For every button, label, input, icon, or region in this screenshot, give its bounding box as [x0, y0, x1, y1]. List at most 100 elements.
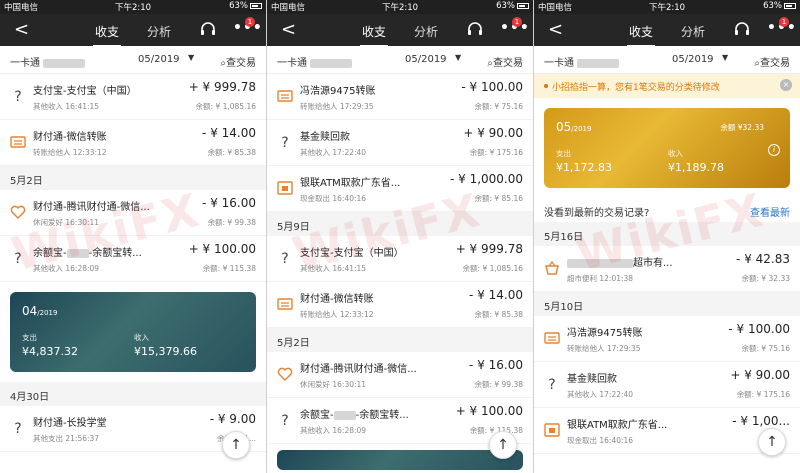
- card-balance: 余额 ¥32.33: [720, 123, 764, 132]
- transaction-subtitle: 转账给他人 17:29:35: [300, 102, 374, 111]
- transaction-subtitle: 转账给他人 17:29:35: [567, 344, 641, 353]
- scroll-top-button[interactable]: ↑: [222, 431, 250, 459]
- search-transactions-link[interactable]: ⌕查交易: [487, 54, 523, 69]
- transaction-row[interactable]: ? 基金赎回款 其他收入 17:22:40 + ¥ 90.00 余额: ¥ 17…: [534, 362, 800, 408]
- tab-income-expense[interactable]: 收支: [626, 23, 656, 47]
- date-header: 5月2日: [267, 328, 533, 352]
- masked-card-number: [577, 58, 620, 68]
- tab-income-expense[interactable]: 收支: [359, 23, 389, 47]
- month-year: /2019: [571, 125, 592, 133]
- transaction-row[interactable]: 财付通-微信转账 转账给他人 12:33:12 - ¥ 14.00 余额: ¥ …: [267, 282, 533, 328]
- close-icon[interactable]: ×: [780, 79, 792, 91]
- transaction-row[interactable]: 冯浩源9475转账 转账给他人 17:29:35 - ¥ 100.00 余额: …: [267, 74, 533, 120]
- transaction-amount: + ¥ 100.00: [188, 242, 256, 256]
- search-transactions-link[interactable]: ⌕查交易: [754, 54, 790, 69]
- svg-text:?: ?: [548, 377, 555, 392]
- search-transactions-label: 查交易: [226, 58, 256, 69]
- caret-down-icon[interactable]: ▼: [188, 53, 194, 62]
- title-part: 超市有...: [633, 258, 673, 269]
- transaction-row[interactable]: 财付通-微信转账 转账给他人 12:33:12 - ¥ 14.00 余额: ¥ …: [0, 120, 266, 166]
- battery-indicator: 63%: [763, 1, 796, 11]
- back-icon[interactable]: <: [548, 19, 563, 40]
- transaction-row[interactable]: 冯浩源9475转账 转账给他人 17:29:35 - ¥ 100.00 余额: …: [534, 316, 800, 362]
- month-selector[interactable]: 05/2019: [405, 54, 447, 65]
- month-selector[interactable]: 05/2019: [672, 54, 714, 65]
- caret-down-icon[interactable]: ▼: [722, 53, 728, 62]
- headset-icon[interactable]: [734, 22, 750, 36]
- transaction-subtitle: 现金取出 16:40:16: [567, 436, 634, 445]
- transaction-balance: 余额: ¥ 75.16: [474, 102, 523, 111]
- transaction-row[interactable]: 财付通-腾讯财付通-微信... 休闲爱好 16:30:11 - ¥ 16.00 …: [267, 352, 533, 398]
- date-header: 5月16日: [534, 222, 800, 246]
- headset-icon[interactable]: [200, 22, 216, 36]
- battery-icon: [784, 2, 796, 9]
- back-icon[interactable]: <: [281, 19, 296, 40]
- question-icon: ?: [544, 376, 560, 393]
- month-selector[interactable]: 05/2019: [138, 54, 180, 65]
- transaction-row[interactable]: 超市有... 超市便利 12:01:38 - ¥ 42.83 余额: ¥ 32.…: [534, 246, 800, 292]
- transaction-row[interactable]: 银联ATM取款广东省... 现金取出 16:40:16 - ¥ 1,000.00…: [267, 166, 533, 212]
- transfer-icon: [277, 296, 293, 312]
- atm-icon: [544, 422, 560, 438]
- transaction-row[interactable]: ? 基金赎回款 其他收入 17:22:40 + ¥ 90.00 余额: ¥ 17…: [267, 120, 533, 166]
- month-summary-card[interactable]: 05/2019 余额 ¥32.33 i 支出 ¥1,172.83 收入 ¥1,1…: [544, 108, 790, 188]
- transaction-amount: + ¥ 90.00: [463, 126, 523, 140]
- svg-text:?: ?: [281, 135, 288, 150]
- tab-analysis[interactable]: 分析: [414, 23, 438, 40]
- transaction-row[interactable]: ? 余额宝- -余额宝转... 其他收入 16:28:09 + ¥ 100.00 …: [0, 236, 266, 282]
- tab-income-expense[interactable]: 收支: [92, 23, 122, 47]
- svg-text:?: ?: [281, 251, 288, 266]
- tab-analysis[interactable]: 分析: [147, 23, 171, 40]
- transaction-balance: 余额: ¥ 1,085.16: [195, 102, 256, 111]
- transaction-amount: - ¥ 9.00: [209, 412, 256, 426]
- masked-card-number: [43, 58, 86, 68]
- card-name: 一卡通: [544, 58, 574, 69]
- month-summary-card[interactable]: 04/2019 支出 ¥4,837.32 收入 ¥15,379.66: [10, 292, 256, 372]
- question-icon: ?: [10, 88, 26, 105]
- transaction-amount: - ¥ 14.00: [469, 288, 523, 302]
- transaction-title: 银联ATM取款广东省...: [567, 420, 668, 431]
- month-summary-card[interactable]: [277, 450, 523, 470]
- transaction-balance: 余额: ¥ 175.16: [736, 390, 790, 399]
- transaction-title: 支付宝-支付宝（中国）: [33, 86, 137, 97]
- view-latest-link[interactable]: 查看最新: [750, 204, 790, 219]
- transaction-subtitle: 其他收入 16:41:15: [33, 102, 100, 111]
- transaction-balance: 余额: ¥ 1,085.16: [462, 264, 523, 273]
- caret-down-icon[interactable]: ▼: [455, 53, 461, 62]
- status-bar: 中国电信 下午2:10 63%: [534, 0, 800, 14]
- transaction-title: 基金赎回款: [300, 132, 350, 143]
- transaction-title: 支付宝-支付宝（中国）: [300, 248, 404, 259]
- transaction-row[interactable]: ? 支付宝-支付宝（中国） 其他收入 16:41:15 + ¥ 999.78 余…: [267, 236, 533, 282]
- card-selector[interactable]: 一卡通: [10, 54, 86, 69]
- category-notice[interactable]: 小招掐指一算，您有1笔交易的分类待修改 ×: [534, 74, 800, 98]
- expense-value: ¥1,172.83: [556, 161, 612, 174]
- svg-text:?: ?: [14, 421, 21, 436]
- search-transactions-link[interactable]: ⌕查交易: [220, 54, 256, 69]
- info-icon[interactable]: i: [768, 144, 780, 156]
- transaction-title: 财付通-微信转账: [300, 294, 374, 305]
- transaction-title: 财付通-腾讯财付通-微信...: [33, 202, 150, 213]
- transaction-row[interactable]: 财付通-腾讯财付通-微信... 休闲爱好 16:30:11 - ¥ 16.00 …: [0, 190, 266, 236]
- transaction-row[interactable]: ? 支付宝-支付宝（中国） 其他收入 16:41:15 + ¥ 999.78 余…: [0, 74, 266, 120]
- transaction-balance: 余额: ¥ 85.38: [474, 310, 523, 319]
- notification-badge: 1: [779, 17, 789, 27]
- transaction-subtitle: 休闲爱好 16:30:11: [300, 380, 367, 389]
- transaction-title: 财付通-长投学堂: [33, 418, 107, 429]
- transaction-amount: - ¥ 42.83: [736, 252, 790, 266]
- transaction-title: 银联ATM取款广东省...: [300, 178, 401, 189]
- transaction-title: 基金赎回款: [567, 374, 617, 385]
- transaction-balance: 余额: ¥ 75.16: [741, 344, 790, 353]
- headset-icon[interactable]: [467, 22, 483, 36]
- transaction-title: 财付通-腾讯财付通-微信...: [300, 364, 417, 375]
- card-selector[interactable]: 一卡通: [544, 54, 620, 69]
- tab-analysis[interactable]: 分析: [681, 23, 705, 40]
- title-part: 余额宝-: [300, 410, 334, 421]
- card-selector[interactable]: 一卡通: [277, 54, 353, 69]
- scroll-top-button[interactable]: ↑: [489, 431, 517, 459]
- scroll-top-button[interactable]: ↑: [758, 428, 786, 456]
- transaction-subtitle: 其他收入 16:28:09: [33, 264, 100, 273]
- back-icon[interactable]: <: [14, 19, 29, 40]
- transaction-balance: 余额: ¥ 175.16: [469, 148, 523, 157]
- heart-icon: [10, 204, 26, 220]
- transaction-subtitle: 休闲爱好 16:30:11: [33, 218, 100, 227]
